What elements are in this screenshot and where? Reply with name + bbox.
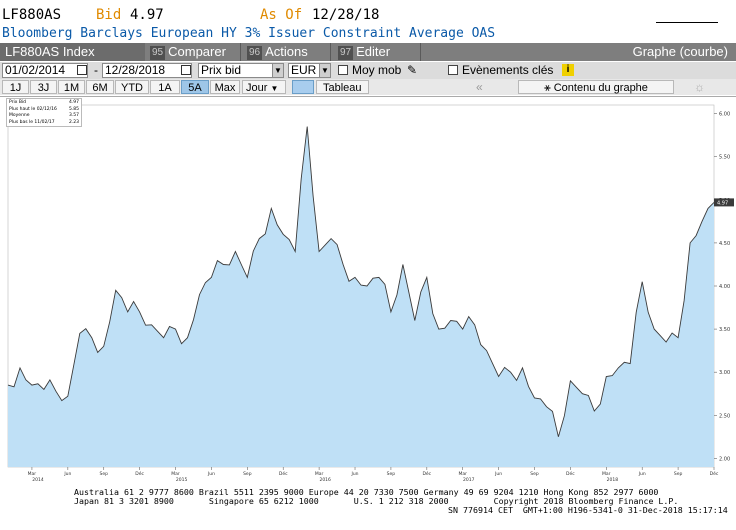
- header-rule: [656, 22, 718, 23]
- x-tick-label: Jun: [351, 471, 359, 477]
- end-date-field[interactable]: 12/28/2018: [102, 63, 192, 78]
- chevron-down-icon[interactable]: ▼: [319, 63, 331, 78]
- period-button-5a[interactable]: 5A: [181, 80, 209, 94]
- x-tick-label: Déc: [135, 470, 144, 477]
- table-tab[interactable]: Tableau: [316, 80, 369, 94]
- moving-average-label: Moy mob: [352, 63, 402, 77]
- menu-actions[interactable]: 96 Actions: [247, 43, 308, 61]
- period-button-6m[interactable]: 6M: [86, 80, 114, 94]
- key-events-label: Evènements clés: [462, 63, 554, 77]
- menu-label: Actions: [265, 44, 308, 59]
- x-tick-label: Sep: [387, 471, 396, 477]
- y-tick-label: 4.00: [719, 284, 730, 290]
- menu-num: 95: [150, 46, 166, 60]
- period-button-1a[interactable]: 1A: [150, 80, 180, 94]
- bid-label: Bid: [96, 7, 122, 23]
- period-button-1m[interactable]: 1M: [58, 80, 85, 94]
- x-tick-label: Mar: [315, 471, 324, 477]
- start-date-field[interactable]: 01/02/2014: [2, 63, 88, 78]
- function-toolbar: LF880AS Index 95 Comparer 96 Actions 97 Edi…: [0, 43, 736, 61]
- x-year-label: 2018: [607, 477, 619, 483]
- security-description: Bloomberg Barclays European HY 3% Issuer…: [2, 26, 496, 41]
- last-value-label: 4.97: [717, 200, 728, 206]
- chevron-down-icon[interactable]: ▼: [272, 63, 284, 78]
- asof-label: As Of: [260, 7, 303, 23]
- price-chart: 2.002.503.003.504.004.505.005.506.004.97…: [0, 96, 736, 484]
- footer: Australia 61 2 9777 8600 Brazil 5511 239…: [0, 484, 736, 530]
- x-year-label: 2016: [319, 477, 331, 483]
- y-tick-label: 6.00: [719, 112, 730, 118]
- ticker: LF880AS: [2, 7, 62, 23]
- legend-value: 2.23: [68, 119, 79, 125]
- pencil-icon[interactable]: ✎: [407, 63, 417, 78]
- chart-contents-label: Contenu du graphe: [553, 82, 648, 94]
- x-year-label: 2017: [463, 477, 475, 483]
- x-tick-label: Mar: [602, 471, 611, 477]
- period-button-3j[interactable]: 3J: [30, 80, 57, 94]
- y-tick-label: 3.00: [719, 370, 730, 376]
- period-button-1j[interactable]: 1J: [2, 80, 29, 94]
- bid-value: 4.97: [130, 7, 164, 23]
- key-events-checkbox[interactable]: [448, 65, 458, 75]
- x-tick-label: Sep: [99, 471, 108, 477]
- calendar-icon[interactable]: [181, 65, 191, 75]
- chart-svg: 2.002.503.003.504.004.505.005.506.004.97…: [7, 104, 734, 483]
- toolbar-divider: [420, 43, 421, 61]
- x-tick-label: Jun: [63, 471, 71, 477]
- x-year-label: 2014: [32, 477, 44, 483]
- x-tick-label: Mar: [171, 471, 180, 477]
- period-button-max[interactable]: Max: [210, 80, 240, 94]
- menu-comparer[interactable]: 95 Comparer: [150, 43, 226, 61]
- x-tick-label: Jun: [494, 471, 502, 477]
- toolbar-divider: [330, 43, 331, 61]
- period-row: 1J 3J 1M 6M YTD 1A 5A Max Jour ▼ Tableau…: [0, 79, 736, 95]
- legend-row: Plus bas le 11/02/17 2.23: [9, 120, 79, 127]
- x-tick-label: Mar: [28, 471, 37, 477]
- menu-num: 97: [338, 46, 354, 60]
- chart-legend: Prix Bid 4.97 Plus haut le 02/12/16 5.85 M…: [6, 98, 82, 127]
- x-tick-label: Déc: [279, 470, 288, 477]
- menu-editer[interactable]: 97 Editer: [338, 43, 390, 61]
- graph-view-button[interactable]: [292, 80, 314, 94]
- legend-label: Plus bas le 11/02/17: [9, 119, 55, 125]
- y-tick-label: 2.50: [719, 413, 730, 419]
- x-tick-label: Jun: [207, 471, 215, 477]
- x-tick-label: Déc: [710, 470, 719, 477]
- chevron-down-icon: ▼: [270, 84, 279, 93]
- x-tick-label: Sep: [243, 471, 252, 477]
- x-tick-label: Déc: [566, 470, 575, 477]
- y-tick-label: 5.50: [719, 155, 730, 161]
- gear-icon[interactable]: ☼: [694, 79, 705, 95]
- index-label[interactable]: LF880AS Index: [0, 43, 145, 61]
- y-tick-label: 2.00: [719, 456, 730, 462]
- calendar-icon[interactable]: [77, 65, 87, 75]
- info-icon[interactable]: i: [562, 64, 574, 76]
- footer-line-3: SN 776914 CET GMT+1:00 H196-5341-0 31-De…: [448, 505, 728, 515]
- toolbar-divider: [240, 43, 241, 61]
- y-tick-label: 4.50: [719, 241, 730, 247]
- chart-icon: ⚹: [544, 82, 551, 94]
- date-dash: -: [94, 63, 98, 77]
- x-tick-label: Sep: [674, 471, 683, 477]
- x-year-label: 2015: [176, 477, 188, 483]
- chart-contents-button[interactable]: ⚹ Contenu du graphe: [518, 80, 674, 94]
- frequency-select[interactable]: Jour ▼: [242, 80, 286, 94]
- menu-label: Editer: [356, 44, 391, 59]
- x-tick-label: Déc: [422, 470, 431, 477]
- moving-average-checkbox[interactable]: [338, 65, 348, 75]
- menu-num: 96: [247, 46, 263, 60]
- y-tick-label: 3.50: [719, 327, 730, 333]
- price-field-select[interactable]: Prix bid: [198, 63, 282, 78]
- x-tick-label: Mar: [458, 471, 467, 477]
- controls-row: 01/02/2014 - 12/28/2018 Prix bid ▼ EUR ▼…: [0, 62, 736, 79]
- left-arrows-icon[interactable]: «: [476, 79, 483, 95]
- period-button-ytd[interactable]: YTD: [115, 80, 149, 94]
- frequency-label: Jour: [246, 82, 268, 94]
- x-tick-label: Sep: [530, 471, 539, 477]
- menu-label: Comparer: [168, 44, 226, 59]
- asof-value: 12/28/18: [312, 7, 380, 23]
- x-tick-label: Jun: [638, 471, 646, 477]
- graph-type-label[interactable]: Graphe (courbe): [633, 43, 728, 61]
